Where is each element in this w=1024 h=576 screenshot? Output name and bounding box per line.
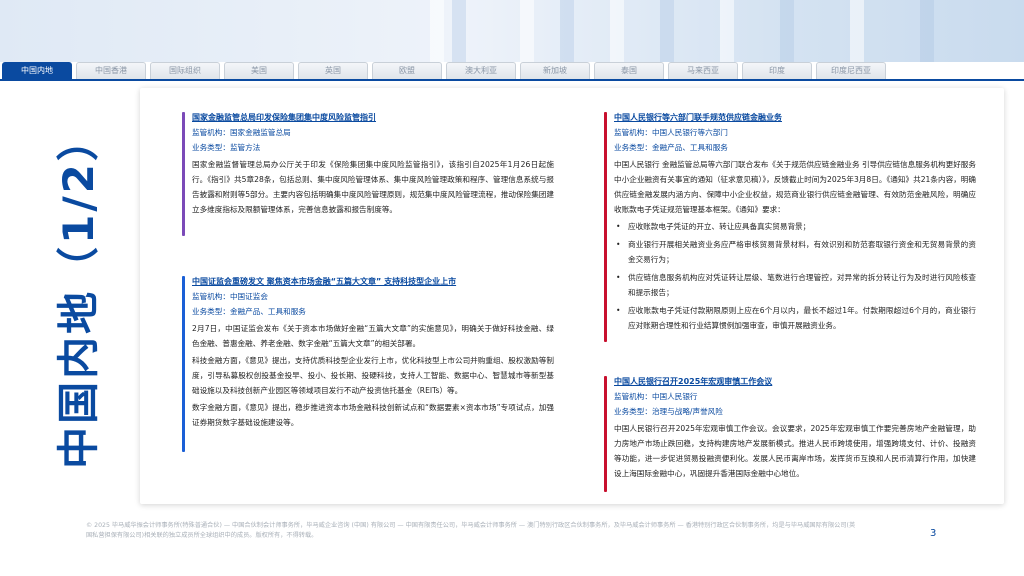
- list-item: 供应链信息服务机构应对凭证转让层级、笔数进行合理管控，对异常的拆分转让行为及时进…: [614, 270, 976, 300]
- header-banner: [0, 0, 1024, 62]
- section-accent-bar-red-2: [604, 376, 607, 492]
- news-regulator: 监管机构：中国证监会: [192, 292, 268, 301]
- section-accent-bar-purple: [182, 112, 185, 236]
- news-paragraph: 科技金融方面，《意见》提出，支持优质科技型企业发行上市，优化科技型上市公司并购重…: [192, 356, 554, 395]
- news-title[interactable]: 中国证监会重磅发文 聚焦资本市场金融“五篇大文章” 支持科技型企业上市: [192, 274, 554, 289]
- section-accent-bar-blue: [182, 276, 185, 452]
- tab-eu[interactable]: 欧盟: [372, 62, 442, 79]
- list-item: 应收账款电子凭证的开立、转让应具备真实贸易背景；: [614, 219, 976, 234]
- news-regulator: 监管机构：国家金融监管总局: [192, 128, 291, 137]
- news-title[interactable]: 国家金融监管总局印发保险集团集中度风险监管指引: [192, 110, 554, 125]
- requirement-list: 应收账款电子凭证的开立、转让应具备真实贸易背景； 商业银行开展相关融资业务应严格…: [614, 219, 976, 333]
- tab-uk[interactable]: 英国: [298, 62, 368, 79]
- news-business-type: 业务类型：监管方法: [192, 143, 261, 152]
- news-business-type: 业务类型：金融产品、工具和服务: [614, 143, 728, 152]
- tab-india[interactable]: 印度: [742, 62, 812, 79]
- tab-international-orgs[interactable]: 国际组织: [150, 62, 220, 79]
- news-regulator: 监管机构：中国人民银行: [614, 392, 698, 401]
- tab-malaysia[interactable]: 马来西亚: [668, 62, 738, 79]
- copyright-footer: © 2025 毕马威华振会计师事务所(特殊普通合伙) — 中国合伙制会计师事务所…: [86, 522, 856, 539]
- news-item-supply-chain-finance: 中国人民银行等六部门联手规范供应链金融业务 监管机构：中国人民银行等六部门 业务…: [614, 110, 976, 336]
- tab-thailand[interactable]: 泰国: [594, 62, 664, 79]
- news-body: 中国人民银行召开2025年宏观审慎工作会议。会议要求，2025年宏观审慎工作要完…: [614, 424, 976, 478]
- tab-singapore[interactable]: 新加坡: [520, 62, 590, 79]
- list-item: 商业银行开展相关融资业务应严格审核贸易背景材料，有效识别和防范套取银行资金和无贸…: [614, 237, 976, 267]
- news-item-pboc-macroprudential: 中国人民银行召开2025年宏观审慎工作会议 监管机构：中国人民银行 业务类型：治…: [614, 374, 976, 481]
- tab-indonesia[interactable]: 印度尼西亚: [816, 62, 886, 79]
- news-title[interactable]: 中国人民银行召开2025年宏观审慎工作会议: [614, 374, 976, 389]
- tab-hong-kong[interactable]: 中国香港: [76, 62, 146, 79]
- tab-australia[interactable]: 澳大利亚: [446, 62, 516, 79]
- tab-usa[interactable]: 美国: [224, 62, 294, 79]
- news-paragraph: 2月7日，中国证监会发布《关于资本市场做好金融“五篇大文章”的实施意见》，明确关…: [192, 324, 554, 348]
- list-item: 应收账款电子凭证付款期限原则上应在6个月以内，最长不超过1年。付款期限超过6个月…: [614, 303, 976, 333]
- news-paragraph: 数字金融方面，《意见》提出，稳步推进资本市场金融科技创新试点和“数据要素×资本市…: [192, 403, 554, 427]
- news-body: 国家金融监督管理总局办公厅关于印发《保险集团集中度风险监管指引》，该指引自202…: [192, 160, 554, 214]
- news-item-insurance-guideline: 国家金融监管总局印发保险集团集中度风险监管指引 监管机构：国家金融监管总局 业务…: [192, 110, 554, 217]
- news-business-type: 业务类型：治理与战略/声誉风险: [614, 407, 723, 416]
- news-regulator: 监管机构：中国人民银行等六部门: [614, 128, 728, 137]
- page-title: 中国内地（1/2）: [20, 92, 130, 492]
- region-tabs: 中国内地 中国香港 国际组织 美国 英国 欧盟 澳大利亚 新加坡 泰国 马来西亚…: [0, 62, 1024, 80]
- section-accent-bar-red: [604, 112, 607, 342]
- news-title[interactable]: 中国人民银行等六部门联手规范供应链金融业务: [614, 110, 976, 125]
- page-title-text: 中国内地（1/2）: [53, 115, 103, 469]
- tab-underline: [0, 79, 1024, 81]
- news-item-csrc: 中国证监会重磅发文 聚焦资本市场金融“五篇大文章” 支持科技型企业上市 监管机构…: [192, 274, 554, 430]
- news-intro: 中国人民银行 金融监管总局等六部门联合发布《关于规范供应链金融业务 引导供应链信…: [614, 160, 976, 214]
- news-business-type: 业务类型：金融产品、工具和服务: [192, 307, 306, 316]
- page-number: 3: [930, 528, 937, 539]
- tab-mainland-china[interactable]: 中国内地: [2, 62, 72, 79]
